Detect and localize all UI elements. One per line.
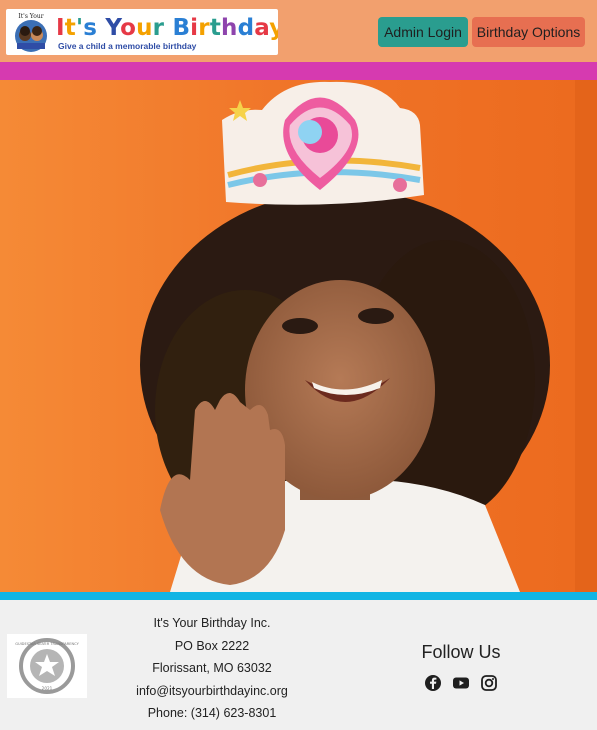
logo-letter: Y	[105, 15, 121, 41]
hero-image	[0, 80, 597, 592]
hero-photo	[0, 80, 597, 592]
logo-letter: B	[172, 15, 191, 41]
logo-letter: I	[56, 15, 65, 41]
logo-letter: t	[64, 15, 76, 41]
logo-letter: y	[269, 15, 278, 41]
pink-divider	[0, 62, 597, 80]
contact-address: It's Your Birthday Inc. PO Box 2222 Flor…	[110, 612, 314, 725]
birthday-options-button[interactable]: Birthday Options	[472, 17, 585, 47]
logo-letter: a	[254, 15, 270, 41]
logo-letter: d	[237, 15, 255, 41]
logo-letter: r	[198, 15, 210, 41]
logo-letter: o	[120, 15, 137, 41]
logo-title: It's Your Birthday, Inc	[56, 13, 278, 41]
logo-letter: r	[152, 15, 165, 41]
contact-email-link[interactable]: info@itsyourbirthdayinc.org	[110, 680, 314, 703]
blue-divider	[0, 592, 597, 600]
logo-badge-text: It's Your	[18, 13, 43, 20]
follow-us-title: Follow Us	[421, 642, 501, 662]
logo-letter: h	[221, 15, 238, 41]
site-logo[interactable]: It's Your It's Your Birthday, Inc Give a…	[6, 9, 278, 55]
instagram-icon[interactable]	[480, 674, 498, 692]
logo-badge-icon: It's Your	[8, 11, 54, 53]
address-line-pobox: PO Box 2222	[174, 638, 250, 653]
guidestar-seal[interactable]: GUIDESTAR SILVER TRANSPARENCY 2021	[7, 634, 87, 698]
seal-year: 2021	[42, 686, 53, 691]
logo-tagline: Give a child a memorable birthday	[58, 41, 197, 51]
address-line-org: It's Your Birthday Inc.	[153, 616, 271, 630]
seal-text: GUIDESTAR SILVER TRANSPARENCY	[15, 642, 79, 646]
guidestar-seal-icon: GUIDESTAR SILVER TRANSPARENCY 2021	[15, 638, 80, 694]
follow-us-section: Follow Us	[405, 640, 517, 691]
admin-login-button[interactable]: Admin Login	[378, 17, 468, 47]
logo-letter: s	[83, 15, 98, 41]
logo-letter: t	[209, 15, 222, 41]
youtube-icon[interactable]	[452, 674, 470, 692]
site-footer: GUIDESTAR SILVER TRANSPARENCY 2021 It's …	[0, 600, 597, 730]
contact-phone: Phone: (314) 623-8301	[147, 706, 277, 721]
site-header: It's Your It's Your Birthday, Inc Give a…	[0, 0, 597, 62]
facebook-icon[interactable]	[424, 674, 442, 692]
logo-letter: u	[136, 15, 153, 41]
address-line-city: Florissant, MO 63032	[152, 661, 272, 676]
